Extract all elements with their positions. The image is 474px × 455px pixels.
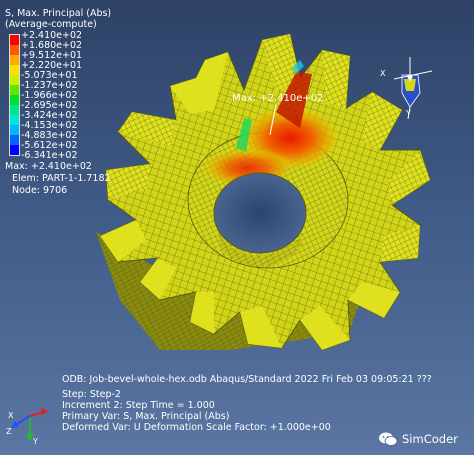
legend-swatch: [10, 75, 19, 85]
status-odb: ODB: Job-bevel-whole-hex.odb Abaqus/Stan…: [62, 374, 432, 385]
legend-value: -6.341e+02: [21, 150, 78, 161]
legend-swatch: [10, 125, 19, 135]
status-primary-var: Primary Var: S, Max. Principal (Abs): [62, 411, 230, 422]
legend-title-line1: S, Max. Principal (Abs): [5, 8, 112, 19]
legend-elem: Elem: PART-1-1.7182: [12, 173, 111, 184]
legend-values: +2.410e+02 +1.680e+02 +9.512e+01 +2.220e+01…: [21, 31, 82, 161]
max-annotation: Max: +2.410e+02: [232, 93, 324, 104]
triad-x: X: [8, 411, 14, 420]
status-increment: Increment 2: Step Time = 1.000: [62, 400, 215, 411]
legend-swatch: [10, 35, 19, 45]
legend-color-bar: [9, 34, 20, 156]
legend-swatch: [10, 115, 19, 125]
status-deformed-var: Deformed Var: U Deformation Scale Factor…: [62, 422, 331, 433]
legend-title-line2: (Average-compute): [5, 19, 97, 30]
triad-small-x: X: [380, 69, 386, 78]
contour-legend: S, Max. Principal (Abs) (Average-compute…: [5, 8, 115, 197]
triad-y: Y: [32, 437, 38, 446]
legend-swatch: [10, 135, 19, 145]
legend-swatch: [10, 85, 19, 95]
legend-max: Max: +2.410e+02: [5, 161, 92, 172]
legend-node: Node: 9706: [12, 185, 68, 196]
legend-swatch: [10, 55, 19, 65]
gear-bore: [213, 172, 307, 254]
legend-swatch: [10, 65, 19, 75]
watermark-text: SimCoder: [402, 432, 458, 446]
watermark: SimCoder: [378, 431, 458, 447]
wechat-icon: [379, 432, 398, 446]
gear-model[interactable]: [96, 33, 431, 351]
legend-swatch: [10, 45, 19, 55]
status-step: Step: Step-2: [62, 389, 121, 400]
triad-z: Z: [6, 427, 12, 436]
legend-swatch: [10, 145, 19, 155]
legend-swatch: [10, 95, 19, 105]
triad-small-y: Y: [405, 109, 411, 118]
viewport-status: ODB: Job-bevel-whole-hex.odb Abaqus/Stan…: [62, 374, 432, 433]
coordinate-triad-icon: X Y Z: [6, 408, 48, 446]
legend-swatch: [10, 105, 19, 115]
